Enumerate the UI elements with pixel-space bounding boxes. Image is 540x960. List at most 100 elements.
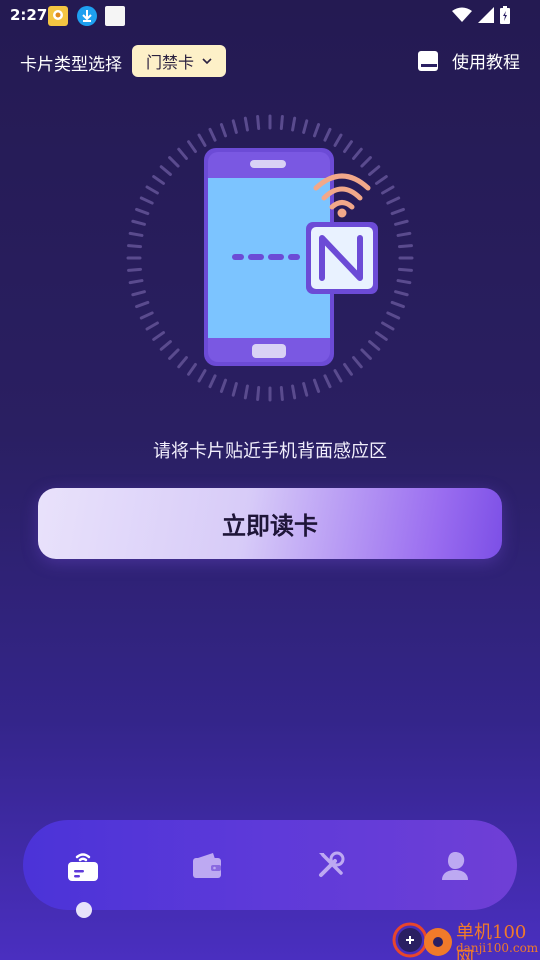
ring-tick	[219, 378, 228, 393]
ring-tick	[312, 123, 321, 138]
card-reader-icon	[68, 853, 98, 881]
ring-tick	[374, 331, 388, 341]
ring-tick	[360, 348, 372, 360]
ring-tick	[323, 127, 332, 142]
ring-tick	[219, 123, 228, 138]
ring-tick	[243, 384, 249, 400]
ring-tick	[231, 119, 238, 134]
read-card-button[interactable]: 立即读卡	[38, 488, 502, 559]
ring-tick	[187, 140, 197, 154]
book-icon	[418, 50, 438, 71]
download-icon	[77, 6, 97, 26]
ring-tick	[135, 207, 150, 216]
ring-tick	[139, 196, 154, 205]
ring-tick	[256, 386, 261, 401]
nfc-illustration	[120, 112, 420, 412]
profile-icon	[442, 852, 468, 880]
nav-item-profile[interactable]	[437, 847, 473, 883]
bottom-nav	[23, 820, 517, 910]
ring-tick	[279, 386, 284, 401]
card-type-value: 门禁卡	[145, 53, 194, 72]
ring-tick	[312, 378, 321, 393]
ring-tick	[127, 267, 142, 272]
ring-tick	[368, 165, 381, 176]
chevron-down-icon	[202, 58, 212, 64]
app-notification-icon	[48, 6, 68, 26]
nav-item-wallet[interactable]	[189, 847, 225, 883]
ring-tick	[386, 311, 401, 320]
ring-tick	[396, 279, 412, 285]
system-status-icons	[452, 6, 510, 24]
ring-tick	[343, 362, 353, 376]
ring-tick	[256, 115, 261, 130]
ring-tick	[302, 382, 309, 397]
ring-tick	[381, 321, 395, 331]
ring-tick	[177, 356, 188, 369]
ring-tick	[243, 116, 249, 132]
nav-item-tools[interactable]	[313, 847, 349, 883]
ring-tick	[291, 116, 297, 132]
ring-tick	[208, 374, 217, 389]
ring-tick	[381, 185, 395, 195]
hint-text: 请将卡片贴近手机背面感应区	[153, 441, 387, 462]
ring-tick	[323, 374, 332, 389]
ring-tick	[394, 219, 409, 226]
ring-tick	[135, 300, 150, 309]
ring-tick	[231, 382, 238, 397]
ring-tick	[159, 165, 172, 176]
ring-tick	[398, 267, 413, 272]
ring-tick	[197, 369, 207, 383]
ring-tick	[386, 196, 401, 205]
ring-tick	[128, 231, 144, 237]
nav-item-card-reader[interactable]	[65, 847, 101, 883]
ring-tick	[390, 207, 405, 216]
battery-icon	[500, 6, 510, 24]
ring-tick	[139, 311, 154, 320]
ring-tick	[333, 369, 343, 383]
ring-tick	[291, 384, 297, 400]
ring-tick	[352, 356, 363, 369]
status-time: 2:27	[10, 6, 48, 24]
status-bar: 2:27	[0, 0, 540, 32]
cell-signal-icon	[478, 7, 494, 23]
ring-tick	[177, 147, 188, 160]
ring-tick	[333, 133, 343, 147]
tools-icon	[319, 851, 345, 877]
watermark: 单机100网 danji100.com	[392, 916, 540, 960]
ring-tick	[168, 348, 180, 360]
nfc-card-icon	[306, 222, 378, 294]
ring-tick	[396, 231, 412, 237]
app-notification-icon	[105, 6, 125, 26]
ring-tick	[208, 127, 217, 142]
ring-tick	[152, 175, 166, 185]
ring-tick	[168, 156, 180, 168]
card-type-dropdown[interactable]: 门禁卡	[132, 45, 226, 77]
ring-tick	[131, 290, 146, 297]
tutorial-label: 使用教程	[452, 53, 520, 73]
ring-tick	[145, 321, 159, 331]
ring-tick	[374, 175, 388, 185]
wallet-icon	[193, 853, 221, 878]
ring-tick	[398, 244, 413, 249]
active-tab-indicator	[76, 902, 92, 918]
ring-tick	[197, 133, 207, 147]
ring-tick	[343, 140, 353, 154]
tutorial-button[interactable]: 使用教程	[416, 48, 520, 73]
ring-tick	[279, 115, 284, 130]
ring-tick	[159, 340, 172, 351]
ring-tick	[394, 290, 409, 297]
watermark-logo-icon	[392, 922, 452, 958]
ring-tick	[187, 362, 197, 376]
header: 卡片类型选择 门禁卡 使用教程	[0, 44, 540, 78]
ring-tick	[145, 185, 159, 195]
ring-tick	[368, 340, 381, 351]
read-card-label: 立即读卡	[222, 512, 318, 540]
ring-tick	[131, 219, 146, 226]
wifi-signal-icon	[452, 7, 472, 22]
watermark-url: danji100.com	[456, 941, 539, 955]
ring-tick	[360, 156, 372, 168]
ring-tick	[352, 147, 363, 160]
card-type-label: 卡片类型选择	[20, 55, 122, 75]
ring-tick	[302, 119, 309, 134]
ring-tick	[127, 244, 142, 249]
